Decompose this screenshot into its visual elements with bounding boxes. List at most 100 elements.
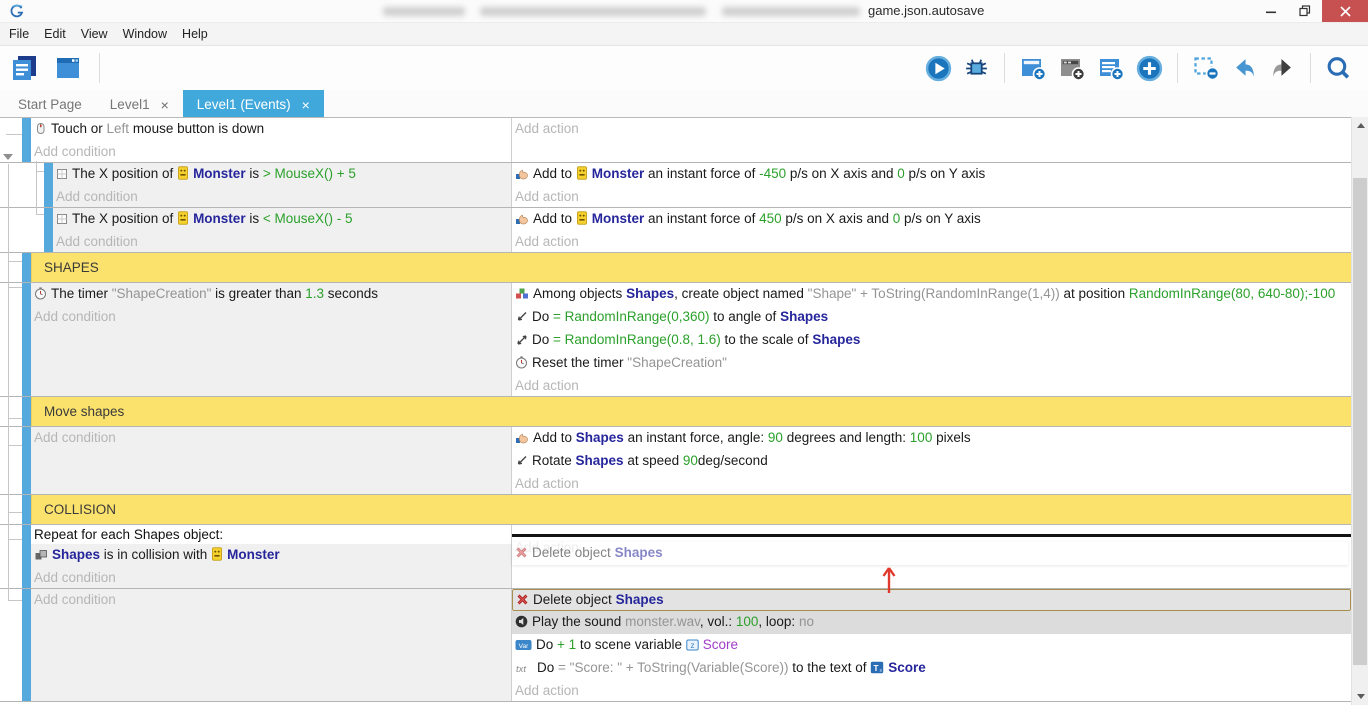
collapse-arrow-icon[interactable]	[3, 154, 13, 160]
menu-file[interactable]: File	[9, 27, 29, 41]
event-bar[interactable]	[22, 118, 31, 162]
event-block[interactable]: Touch or Left mouse button is down Add co…	[0, 118, 1351, 163]
action-row[interactable]: Do = RandomInRange(0.8, 1.6) to the scal…	[512, 329, 1351, 352]
action-row[interactable]: Add to Monster an instant force of 450 p…	[512, 208, 1351, 231]
action-row[interactable]: Add action	[512, 231, 1351, 252]
conditions-column: Add condition	[31, 427, 511, 494]
add-condition-placeholder[interactable]: Add condition	[34, 430, 116, 445]
menu-window[interactable]: Window	[123, 27, 167, 41]
scroll-up-icon[interactable]	[1352, 117, 1368, 134]
vertical-scrollbar[interactable]	[1351, 117, 1368, 705]
add-action-placeholder[interactable]: Add action	[515, 121, 579, 136]
event-bar[interactable]	[22, 283, 31, 396]
scrollbar-thumb[interactable]	[1353, 178, 1367, 665]
condition-row[interactable]: Add condition	[53, 231, 511, 252]
condition-row[interactable]: Add condition	[31, 589, 511, 610]
event-bar[interactable]	[22, 525, 31, 588]
scroll-down-icon[interactable]	[1352, 688, 1368, 705]
comment-label[interactable]: SHAPES	[31, 253, 1351, 282]
event-block[interactable]: The X position of Monster is < MouseX() …	[0, 208, 1351, 253]
condition-row[interactable]: Add condition	[31, 141, 511, 162]
add-condition-placeholder[interactable]: Add condition	[56, 234, 138, 249]
event-bar[interactable]	[22, 397, 31, 426]
comment-label[interactable]: COLLISION	[31, 495, 1351, 524]
event-block[interactable]: Add condition Delete object ShapesPlay th…	[0, 589, 1351, 702]
action-row[interactable]: Delete object Shapes	[512, 589, 1351, 611]
tab-close-icon[interactable]: ×	[302, 98, 310, 112]
project-manager-icon[interactable]	[10, 53, 40, 83]
tab-close-icon[interactable]: ×	[161, 98, 169, 112]
minimize-button[interactable]	[1254, 0, 1288, 22]
add-subevent-icon[interactable]	[1058, 54, 1086, 82]
delete-selection-icon[interactable]	[1192, 54, 1220, 82]
add-circle-icon[interactable]	[1136, 55, 1163, 82]
tab-level1[interactable]: Level1×	[96, 90, 183, 119]
menu-view[interactable]: View	[81, 27, 108, 41]
undo-icon[interactable]	[1231, 55, 1258, 82]
condition-row[interactable]: Add condition	[31, 427, 511, 448]
condition-row[interactable]: Add condition	[53, 186, 511, 207]
event-block[interactable]: Add condition Add to Shapes an instant fo…	[0, 427, 1351, 495]
add-action-placeholder[interactable]: Add action	[515, 476, 579, 491]
menu-help[interactable]: Help	[182, 27, 208, 41]
action-row[interactable]: Add to Monster an instant force of -450 …	[512, 163, 1351, 186]
action-row[interactable]: Play the sound monster.wav, vol.: 100, l…	[512, 611, 1351, 634]
condition-row[interactable]: Touch or Left mouse button is down	[31, 118, 511, 141]
condition-row[interactable]: The X position of Monster is > MouseX() …	[53, 163, 511, 186]
comment-label[interactable]: Move shapes	[31, 397, 1351, 426]
add-comment-icon[interactable]	[1097, 54, 1125, 82]
tab-level1-events-[interactable]: Level1 (Events)×	[183, 90, 324, 119]
event-bar[interactable]	[22, 253, 31, 282]
action-row[interactable]: Add action	[512, 118, 1351, 139]
restore-button[interactable]	[1288, 0, 1322, 22]
action-row[interactable]: Among objects Shapes, create object name…	[512, 283, 1351, 306]
foreach-event[interactable]: Repeat for each Shapes object:Shapes is …	[0, 525, 1351, 589]
add-condition-placeholder[interactable]: Add condition	[34, 570, 116, 585]
action-row[interactable]: Add action	[512, 680, 1351, 701]
close-button[interactable]	[1322, 0, 1368, 22]
action-row[interactable]: Rotate Shapes at speed 90deg/second	[512, 450, 1351, 473]
search-icon[interactable]	[1325, 55, 1352, 82]
add-condition-placeholder[interactable]: Add condition	[34, 309, 116, 324]
add-action-placeholder[interactable]: Add action	[515, 234, 579, 249]
action-row[interactable]: Add action	[512, 186, 1351, 207]
add-action-placeholder[interactable]: Add action	[515, 683, 579, 698]
action-row[interactable]: Add action	[512, 473, 1351, 494]
foreach-header[interactable]: Repeat for each Shapes object:	[31, 525, 511, 544]
add-condition-placeholder[interactable]: Add condition	[34, 144, 116, 159]
action-row[interactable]: Reset the timer "ShapeCreation"	[512, 352, 1351, 375]
add-event-icon[interactable]	[1019, 54, 1047, 82]
text-segment: pixels	[932, 430, 970, 445]
add-action-placeholder[interactable]: Add action	[515, 378, 579, 393]
action-row[interactable]: VarDo + 1 to scene variable zScore	[512, 634, 1351, 657]
add-action-placeholder[interactable]: Add action	[515, 189, 579, 204]
comment-block[interactable]: SHAPES	[0, 253, 1351, 283]
play-icon[interactable]	[925, 55, 952, 82]
condition-row[interactable]: Add condition	[31, 567, 511, 588]
action-row[interactable]: Do = RandomInRange(0,360) to angle of Sh…	[512, 306, 1351, 329]
condition-row[interactable]: The timer "ShapeCreation" is greater tha…	[31, 283, 511, 306]
event-block[interactable]: The X position of Monster is > MouseX() …	[0, 163, 1351, 208]
txt-icon: txt	[515, 659, 533, 680]
tab-start-page[interactable]: Start Page	[4, 90, 96, 119]
condition-row[interactable]: Shapes is in collision with Monster	[31, 544, 511, 567]
scene-editor-icon[interactable]	[53, 53, 83, 83]
comment-block[interactable]: COLLISION	[0, 495, 1351, 525]
action-row[interactable]: txtDo = "Score: " + ToString(Variable(Sc…	[512, 657, 1351, 680]
condition-row[interactable]: The X position of Monster is < MouseX() …	[53, 208, 511, 231]
event-bar[interactable]	[22, 589, 31, 701]
event-block[interactable]: The timer "ShapeCreation" is greater tha…	[0, 283, 1351, 397]
add-condition-placeholder[interactable]: Add condition	[34, 592, 116, 607]
action-row[interactable]: Add to Shapes an instant force, angle: 9…	[512, 427, 1351, 450]
event-bar[interactable]	[44, 208, 53, 252]
event-bar[interactable]	[22, 495, 31, 524]
add-condition-placeholder[interactable]: Add condition	[56, 189, 138, 204]
redo-icon[interactable]	[1269, 55, 1296, 82]
event-bar[interactable]	[44, 163, 53, 207]
comment-block[interactable]: Move shapes	[0, 397, 1351, 427]
menu-edit[interactable]: Edit	[44, 27, 66, 41]
debug-icon[interactable]	[963, 55, 990, 82]
event-bar[interactable]	[22, 427, 31, 494]
action-row[interactable]: Add action	[512, 375, 1351, 396]
condition-row[interactable]: Add condition	[31, 306, 511, 327]
